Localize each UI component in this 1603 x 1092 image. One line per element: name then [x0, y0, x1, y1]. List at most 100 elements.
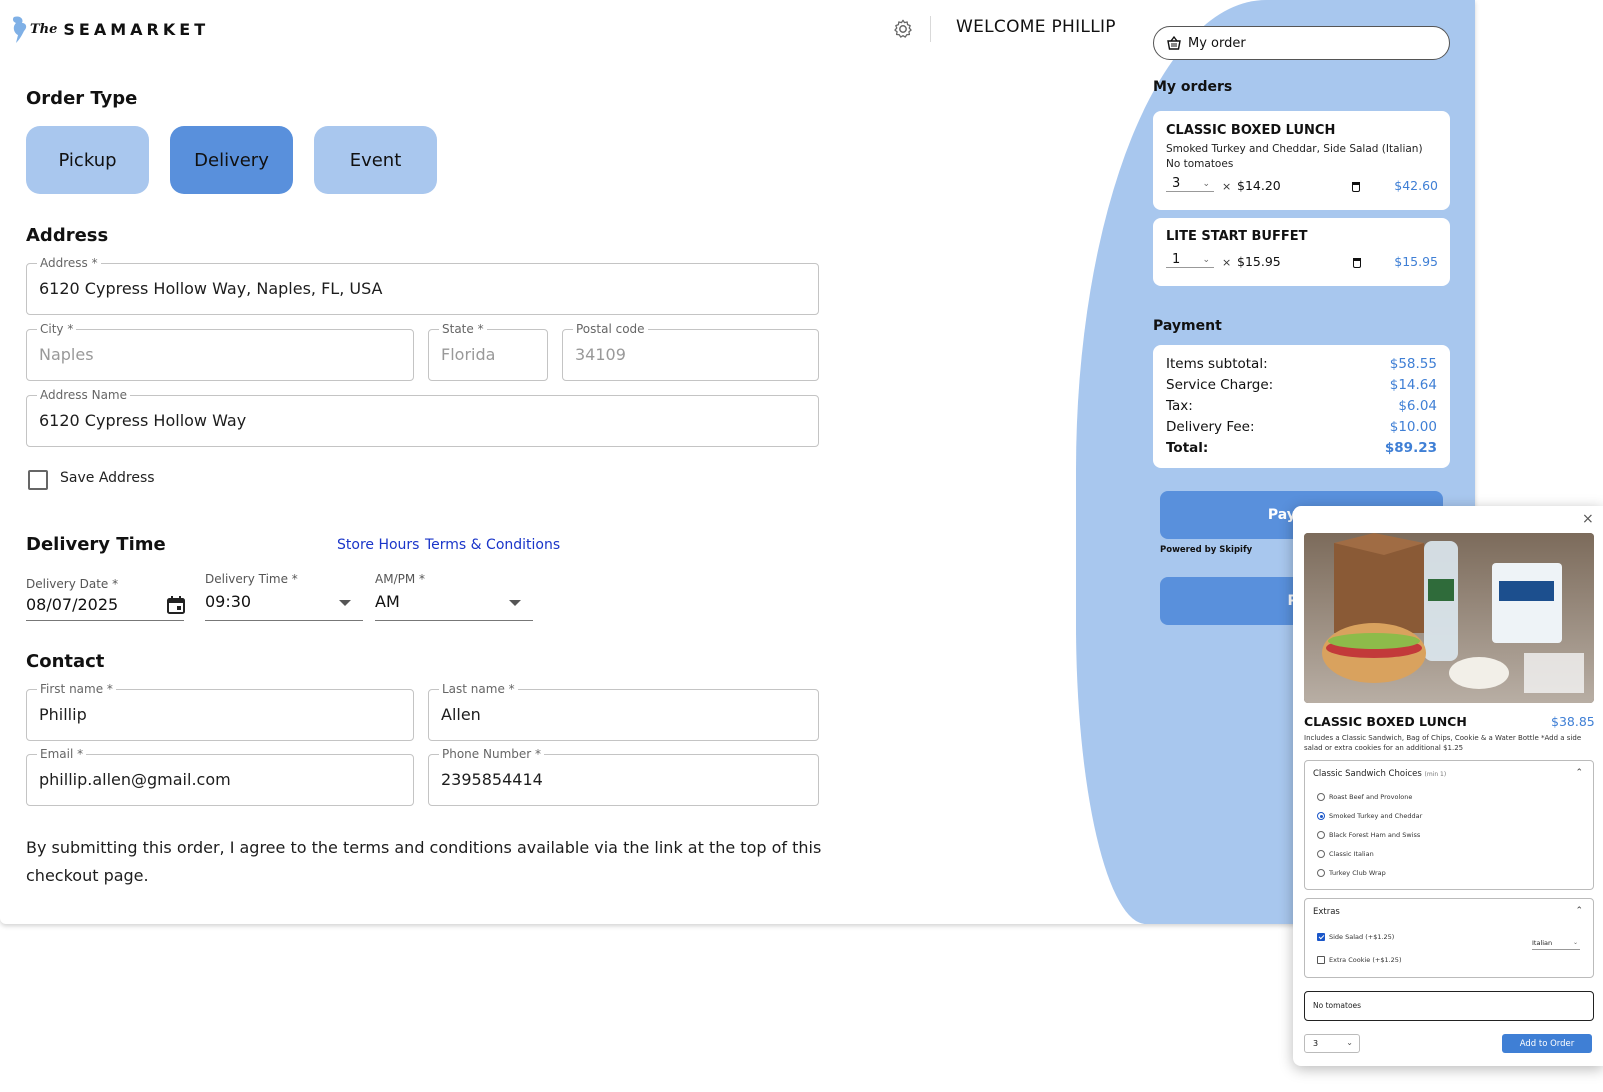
phone-number-label: Phone Number * [439, 747, 545, 761]
chevron-down-icon: ⌄ [1346, 1038, 1353, 1047]
trash-icon[interactable] [1352, 182, 1360, 192]
multiply-sign: × [1222, 180, 1232, 193]
heron-icon [12, 16, 27, 43]
chevron-down-icon[interactable] [339, 600, 351, 606]
modal-item-price: $38.85 [1551, 714, 1595, 729]
address-name-label: Address Name [37, 388, 131, 402]
sandwich-option-label: Smoked Turkey and Cheddar [1329, 812, 1423, 820]
chevron-down-icon: ⌄ [1202, 255, 1210, 265]
radio-button[interactable] [1317, 812, 1325, 820]
basket-icon [1167, 35, 1181, 50]
store-hours-link[interactable]: Store Hours [337, 537, 419, 553]
payment-row: Delivery Fee: $10.00 [1166, 419, 1437, 435]
line-total: $15.95 [1394, 254, 1438, 269]
state-field[interactable]: State * Florida [428, 322, 548, 381]
my-order-label: My order [1188, 35, 1246, 51]
email-label: Email * [37, 747, 87, 761]
payment-row-value: $6.04 [1398, 398, 1437, 414]
calendar-icon[interactable] [166, 595, 186, 615]
payment-total-value: $89.23 [1384, 440, 1437, 456]
delivery-button[interactable]: Delivery [170, 126, 293, 194]
powered-by-skipify: Powered by Skipify [1160, 545, 1253, 555]
ampm-label: AM/PM * [375, 572, 426, 586]
ampm-underline [375, 620, 533, 621]
extras-section: Extras ⌃ Side Salad (+$1.25) Extra Cooki… [1304, 898, 1594, 978]
postal-code-field[interactable]: Postal code 34109 [562, 322, 819, 381]
sandwich-option[interactable]: Smoked Turkey and Cheddar [1317, 812, 1422, 820]
event-button[interactable]: Event [314, 126, 437, 194]
payment-total-label: Total: [1166, 440, 1209, 456]
my-order-button[interactable]: My order [1153, 26, 1450, 60]
side-salad-select[interactable]: Italian ⌄ [1532, 939, 1580, 950]
payment-row: Tax: $6.04 [1166, 398, 1437, 414]
checkbox[interactable] [1317, 956, 1325, 964]
chevron-down-icon[interactable] [509, 600, 521, 606]
sandwich-option[interactable]: Classic Italian [1317, 850, 1374, 858]
unit-price: $15.95 [1237, 254, 1281, 269]
quantity-value: 3 [1172, 176, 1181, 191]
postal-code-value: 34109 [575, 345, 626, 364]
order-item-details: Smoked Turkey and Cheddar, Side Salad (I… [1166, 143, 1423, 155]
sandwich-option[interactable]: Turkey Club Wrap [1317, 869, 1386, 877]
delivery-date-value[interactable]: 08/07/2025 [26, 595, 118, 614]
quantity-select[interactable]: 1 ⌄ [1166, 252, 1214, 268]
email-value: phillip.allen@gmail.com [39, 770, 231, 789]
delivery-time-select[interactable]: 09:30 [205, 592, 251, 611]
address-name-value: 6120 Cypress Hollow Way [39, 411, 247, 430]
extra-option[interactable]: Extra Cookie (+$1.25) [1317, 956, 1401, 964]
delivery-time-underline [205, 620, 363, 621]
payment-row: Items subtotal: $58.55 [1166, 356, 1437, 372]
close-icon[interactable]: × [1582, 511, 1594, 527]
extra-option[interactable]: Side Salad (+$1.25) [1317, 933, 1394, 941]
payment-row-label: Tax: [1166, 398, 1193, 414]
chevron-up-icon[interactable]: ⌃ [1575, 906, 1583, 916]
chevron-down-icon: ⌄ [1202, 179, 1210, 189]
quantity-value: 1 [1172, 252, 1181, 267]
last-name-field[interactable]: Last name * Allen [428, 682, 819, 741]
order-item-card: CLASSIC BOXED LUNCH Smoked Turkey and Ch… [1153, 111, 1450, 210]
address-heading: Address [26, 225, 109, 246]
last-name-value: Allen [441, 705, 481, 724]
payment-summary-card: Items subtotal: $58.55 Service Charge: $14… [1153, 345, 1450, 468]
radio-button[interactable] [1317, 793, 1325, 801]
pickup-button[interactable]: Pickup [26, 126, 149, 194]
save-address-label[interactable]: Save Address [60, 470, 155, 486]
seamarket-logo[interactable]: The SEAMARKET [10, 12, 209, 46]
add-to-order-button[interactable]: Add to Order [1502, 1034, 1592, 1053]
extras-header[interactable]: Extras [1313, 907, 1340, 917]
city-label: City * [37, 322, 77, 336]
gear-icon[interactable] [892, 18, 914, 40]
payment-row-label: Delivery Fee: [1166, 419, 1255, 435]
radio-button[interactable] [1317, 869, 1325, 877]
sandwich-choices-header[interactable]: Classic Sandwich Choices (min 1) [1313, 769, 1446, 779]
address-field[interactable]: Address * 6120 Cypress Hollow Way, Naple… [26, 256, 819, 315]
email-field[interactable]: Email * phillip.allen@gmail.com [26, 747, 414, 806]
postal-code-label: Postal code [573, 322, 648, 336]
sandwich-option-label: Classic Italian [1329, 850, 1374, 858]
payment-row: Service Charge: $14.64 [1166, 377, 1437, 393]
quantity-select[interactable]: 3 ⌄ [1166, 176, 1214, 192]
trash-icon[interactable] [1353, 258, 1361, 268]
terms-conditions-link[interactable]: Terms & Conditions [425, 537, 560, 553]
sandwich-option[interactable]: Black Forest Ham and Swiss [1317, 831, 1420, 839]
first-name-field[interactable]: First name * Phillip [26, 682, 414, 741]
order-type-heading: Order Type [26, 88, 138, 109]
save-address-checkbox[interactable] [28, 470, 48, 490]
radio-button[interactable] [1317, 831, 1325, 839]
sandwich-option[interactable]: Roast Beef and Provolone [1317, 793, 1412, 801]
special-instructions-input[interactable]: No tomatoes [1304, 991, 1594, 1021]
order-item-note: No tomatoes [1166, 158, 1234, 170]
radio-button[interactable] [1317, 850, 1325, 858]
checkbox[interactable] [1317, 933, 1325, 941]
ampm-select[interactable]: AM [375, 592, 400, 611]
sandwich-choices-section: Classic Sandwich Choices (min 1) ⌃ Roast… [1304, 760, 1594, 890]
order-item-title: LITE START BUFFET [1166, 229, 1308, 244]
city-field[interactable]: City * Naples [26, 322, 414, 381]
address-name-field[interactable]: Address Name 6120 Cypress Hollow Way [26, 388, 819, 447]
header-divider [930, 16, 931, 42]
delivery-date-label: Delivery Date * [26, 577, 119, 591]
chevron-up-icon[interactable]: ⌃ [1575, 768, 1583, 778]
modal-quantity-select[interactable]: 3 ⌄ [1304, 1034, 1360, 1053]
phone-number-field[interactable]: Phone Number * 2395854414 [428, 747, 819, 806]
modal-quantity-value: 3 [1313, 1039, 1319, 1048]
